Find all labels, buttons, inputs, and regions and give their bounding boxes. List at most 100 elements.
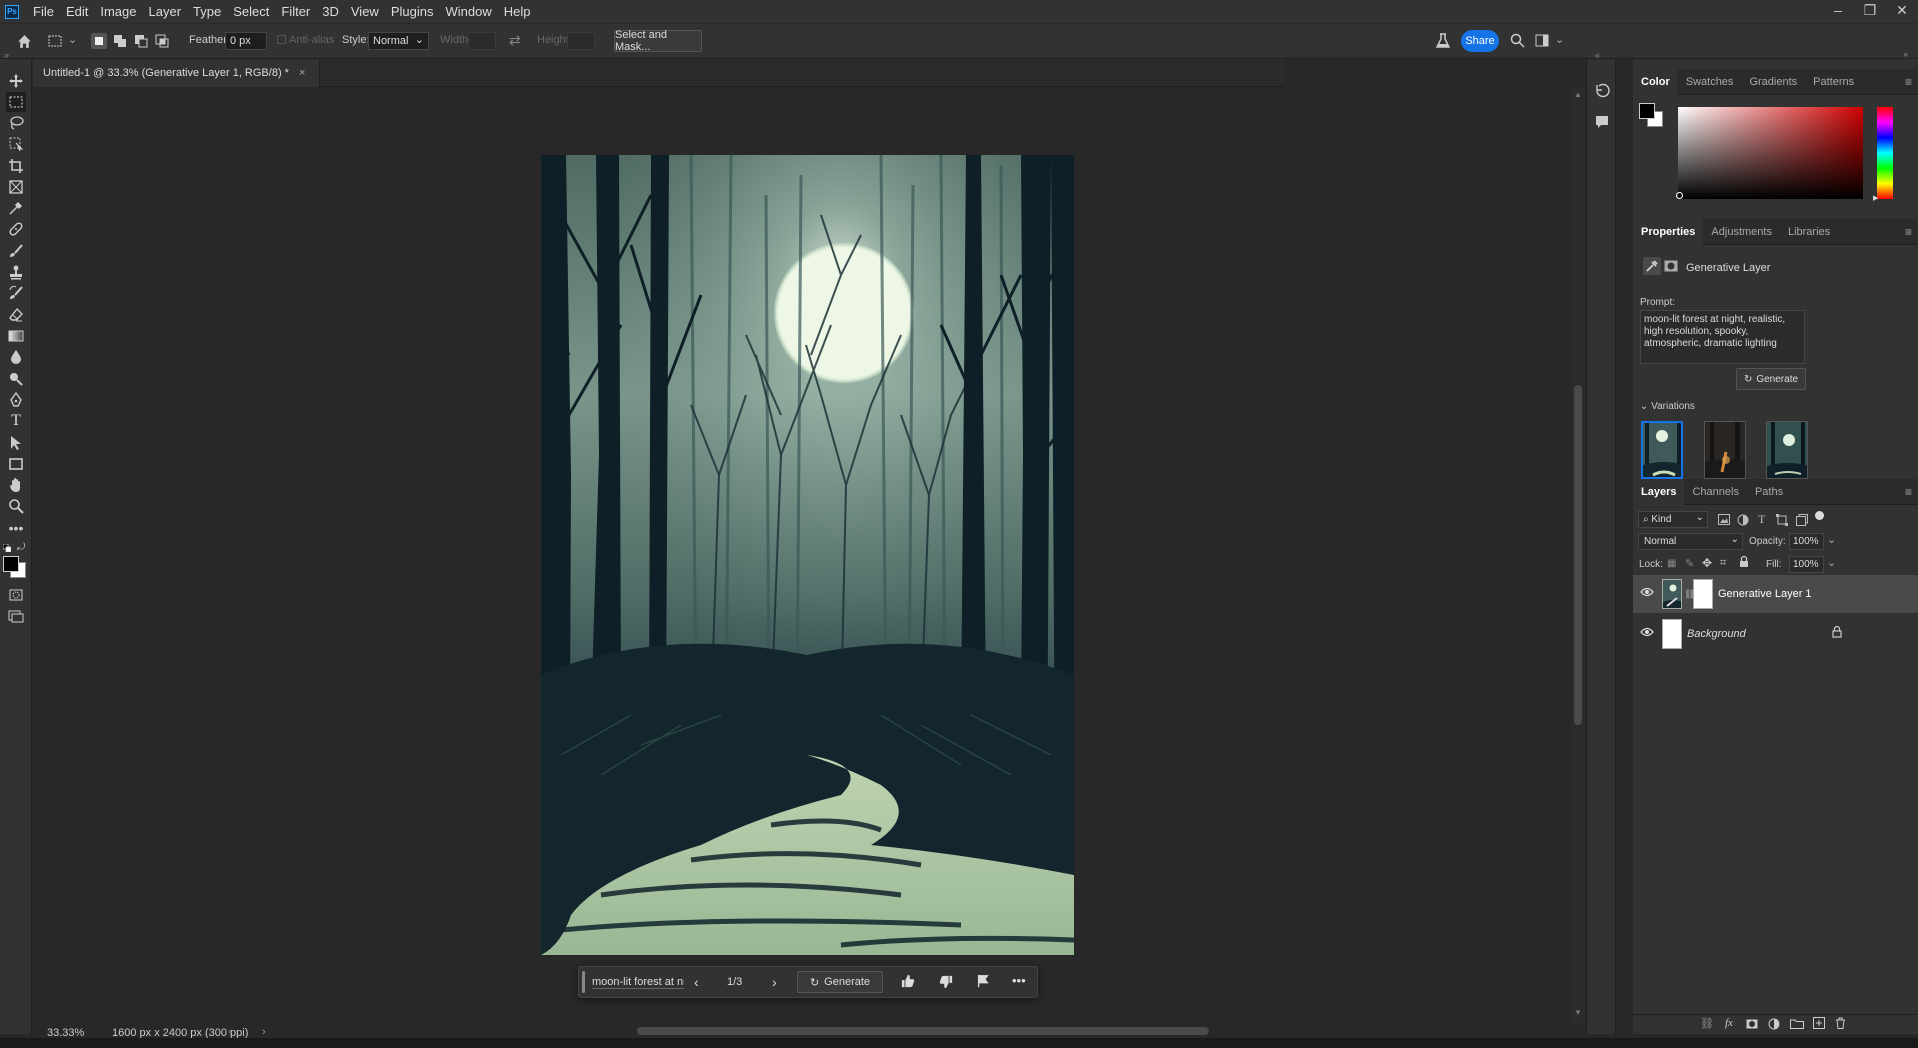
prompt-textarea[interactable]: moon-lit forest at night, realistic, hig… — [1640, 310, 1805, 364]
type-tool-icon[interactable]: T — [6, 411, 26, 431]
intersect-selection-icon[interactable] — [154, 33, 170, 52]
layer-filter-select[interactable]: ⌕ Kind ⌄ — [1638, 511, 1708, 528]
tab-patterns[interactable]: Patterns — [1805, 69, 1862, 95]
tab-libraries[interactable]: Libraries — [1780, 219, 1838, 245]
menu-type[interactable]: Type — [187, 4, 227, 19]
gradient-tool-icon[interactable] — [6, 326, 26, 346]
menu-select[interactable]: Select — [227, 4, 275, 19]
move-tool-icon[interactable] — [6, 71, 26, 91]
menu-3d[interactable]: 3D — [316, 4, 345, 19]
share-button[interactable]: Share — [1461, 30, 1499, 52]
lock-transparent-pixels-icon[interactable]: ▦ — [1667, 558, 1676, 569]
opacity-input[interactable]: 100% — [1789, 533, 1824, 550]
marquee-tool-icon[interactable] — [6, 92, 26, 112]
history-panel-icon[interactable] — [1594, 83, 1610, 102]
collapse-panel-icon[interactable]: » — [4, 50, 9, 60]
marquee-preset-icon[interactable] — [48, 35, 62, 50]
swap-icon[interactable]: ⇄ — [509, 32, 521, 49]
dodge-tool-icon[interactable] — [6, 369, 26, 389]
layer-mask-thumbnail[interactable] — [1693, 579, 1713, 609]
vertical-scroll-thumb[interactable] — [1574, 385, 1582, 725]
status-menu-icon[interactable]: › — [262, 1026, 266, 1038]
variations-toggle[interactable]: ⌄ Variations — [1640, 401, 1695, 412]
add-mask-icon[interactable] — [1746, 1019, 1758, 1032]
chevron-down-icon[interactable]: ⌄ — [68, 33, 77, 46]
layer-mask-icon[interactable] — [1664, 260, 1678, 275]
clone-stamp-tool-icon[interactable] — [6, 262, 26, 282]
filter-smart-object-icon[interactable] — [1796, 514, 1808, 529]
menu-plugins[interactable]: Plugins — [385, 4, 440, 19]
next-variation-icon[interactable]: › — [772, 974, 777, 990]
feather-input[interactable]: 0 px — [225, 32, 267, 50]
lasso-tool-icon[interactable] — [6, 113, 26, 133]
menu-image[interactable]: Image — [94, 4, 142, 19]
document-tab[interactable]: Untitled-1 @ 33.3% (Generative Layer 1, … — [33, 59, 321, 87]
thumbs-up-icon[interactable] — [901, 974, 915, 991]
crop-tool-icon[interactable] — [6, 156, 26, 176]
hue-slider-handle[interactable]: ▶ — [1873, 194, 1878, 202]
previous-variation-icon[interactable]: ‹ — [694, 974, 699, 990]
drag-handle[interactable] — [582, 971, 585, 993]
comments-panel-icon[interactable] — [1594, 114, 1610, 133]
minimize-icon[interactable]: – — [1822, 0, 1854, 23]
menu-help[interactable]: Help — [498, 4, 537, 19]
menu-window[interactable]: Window — [439, 4, 497, 19]
collapse-strip-icon[interactable]: « — [1595, 50, 1600, 60]
layer-name[interactable]: Background — [1687, 628, 1746, 640]
layer-row-background[interactable]: Background — [1633, 615, 1918, 653]
filter-adjustment-icon[interactable] — [1737, 514, 1749, 529]
select-and-mask-button[interactable]: Select and Mask... — [614, 29, 702, 53]
tab-properties[interactable]: Properties — [1633, 218, 1704, 245]
scroll-left-icon[interactable]: ‹ — [228, 1026, 232, 1038]
menu-filter[interactable]: Filter — [275, 4, 316, 19]
delete-layer-icon[interactable] — [1835, 1017, 1846, 1032]
brush-tool-icon[interactable] — [6, 241, 26, 261]
frame-tool-icon[interactable] — [6, 177, 26, 197]
visibility-eye-icon[interactable] — [1640, 627, 1654, 640]
tab-gradients[interactable]: Gradients — [1741, 69, 1805, 95]
chevron-down-icon[interactable]: ⌄ — [1827, 533, 1836, 546]
tab-channels[interactable]: Channels — [1684, 479, 1746, 505]
swap-colors-icon[interactable]: ⤾ — [17, 542, 25, 553]
report-flag-icon[interactable] — [976, 974, 990, 991]
default-colors-icon[interactable] — [2, 543, 12, 553]
zoom-tool-icon[interactable] — [6, 496, 26, 516]
eraser-tool-icon[interactable] — [6, 305, 26, 325]
panel-menu-icon[interactable]: ≡ — [1905, 225, 1912, 239]
eyedropper-tool-icon[interactable] — [6, 198, 26, 218]
taskbar-generate-button[interactable]: ↻ Generate — [797, 971, 883, 993]
more-tools-icon[interactable]: ••• — [6, 518, 26, 538]
thumbs-down-icon[interactable] — [939, 975, 953, 992]
hue-slider[interactable] — [1877, 107, 1893, 199]
tab-paths[interactable]: Paths — [1747, 479, 1791, 505]
group-folder-icon[interactable] — [1790, 1018, 1804, 1032]
restore-icon[interactable]: ❐ — [1854, 0, 1886, 23]
tab-layers[interactable]: Layers — [1633, 478, 1685, 505]
object-selection-tool-icon[interactable] — [6, 134, 26, 154]
panel-menu-icon[interactable]: ≡ — [1905, 485, 1912, 499]
anti-alias-checkbox[interactable]: Anti-alias — [277, 34, 334, 46]
search-icon[interactable] — [1510, 33, 1525, 51]
screen-mode-icon[interactable] — [6, 606, 26, 626]
rectangle-tool-icon[interactable] — [6, 454, 26, 474]
panel-menu-icon[interactable]: ≡ — [1905, 75, 1912, 89]
home-icon[interactable] — [16, 33, 33, 53]
tab-adjustments[interactable]: Adjustments — [1703, 219, 1780, 245]
history-brush-tool-icon[interactable] — [6, 283, 26, 303]
variation-thumbnail-2[interactable] — [1704, 421, 1746, 479]
variation-thumbnail-3[interactable] — [1766, 421, 1808, 479]
more-options-icon[interactable]: ••• — [1012, 973, 1026, 988]
link-layers-icon[interactable]: ⛓ — [1700, 1017, 1714, 1030]
layer-row-generative-layer-1[interactable]: ⛓ Generative Layer 1 — [1633, 575, 1918, 613]
new-selection-icon[interactable] — [91, 33, 107, 49]
collapse-panels-icon[interactable]: » — [1903, 49, 1908, 59]
lock-image-pixels-icon[interactable]: ✎ — [1685, 557, 1694, 570]
height-input[interactable] — [567, 32, 595, 50]
chevron-down-icon[interactable]: ⌄ — [1827, 556, 1836, 569]
lock-position-icon[interactable]: ✥ — [1702, 556, 1712, 570]
visibility-eye-icon[interactable] — [1640, 587, 1654, 600]
properties-generate-button[interactable]: ↻ Generate — [1736, 368, 1806, 390]
color-field[interactable] — [1678, 107, 1863, 199]
layer-name[interactable]: Generative Layer 1 — [1718, 588, 1812, 600]
width-input[interactable] — [468, 32, 496, 50]
